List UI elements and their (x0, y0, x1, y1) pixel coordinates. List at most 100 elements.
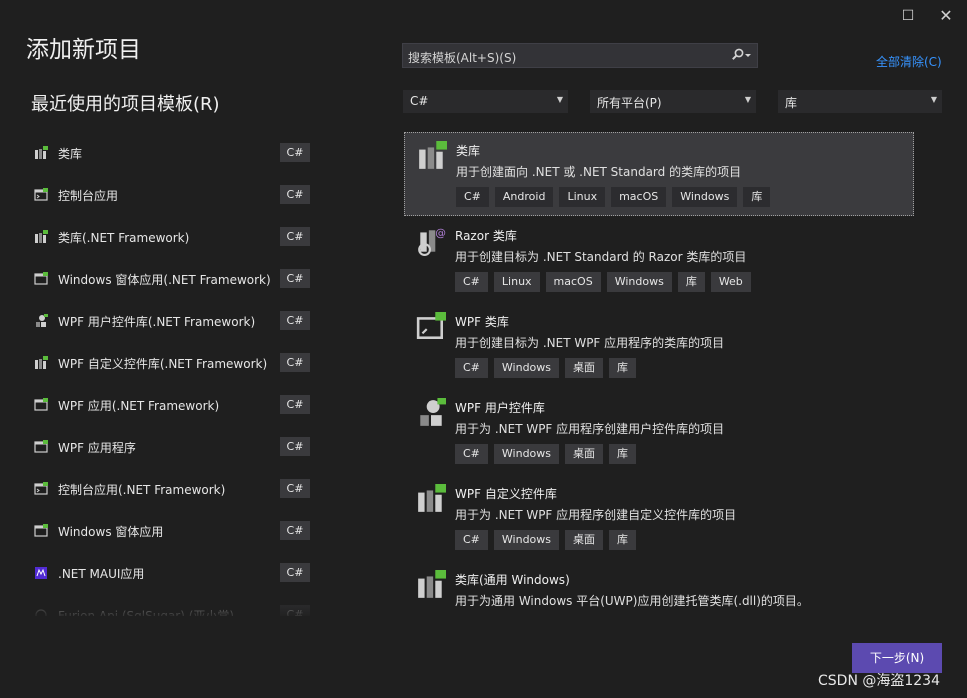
uwp-library-icon (416, 570, 446, 602)
class-library-icon (34, 146, 48, 159)
close-icon[interactable]: ✕ (934, 6, 958, 26)
project-type-filter-value: 库 (785, 96, 798, 110)
template-tag: 库 (609, 530, 637, 550)
language-badge: C# (280, 185, 310, 204)
template-item[interactable]: WPF 用户控件库用于为 .NET WPF 应用程序创建用户控件库的项目 C# Wi… (404, 390, 914, 474)
language-badge: C# (280, 479, 310, 498)
recent-template-name: 类库(.NET Framework) (58, 231, 190, 245)
template-tag: 桌面 (565, 444, 604, 464)
recent-template-item[interactable]: Windows 窗体应用(.NET Framework) C# (30, 258, 330, 300)
language-badge: C# (280, 269, 310, 288)
clear-all-link[interactable]: 全部清除(C) (876, 53, 942, 70)
recent-template-item[interactable]: 控制台应用 C# (30, 174, 330, 216)
wpf-user-control-icon (34, 314, 48, 327)
language-badge: C# (280, 227, 310, 246)
recent-templates-list: 类库 C# 控制台应用 C# 类库(.NET Framework) C# Windows 窗… (30, 132, 330, 616)
class-library-icon (34, 230, 48, 243)
language-badge: C# (280, 311, 310, 330)
recent-template-item[interactable]: .NET MAUI应用 C# (30, 552, 330, 594)
template-list: 类库 用于创建面向 .NET 或 .NET Standard 的类库的项目 C# An… (404, 132, 924, 612)
recent-template-name: 控制台应用 (58, 189, 119, 203)
recent-template-name: WPF 用户控件库(.NET Framework) (58, 315, 256, 329)
template-item[interactable]: WPF 类库 用于创建目标为 .NET WPF 应用程序的类库的项目 C# Windo… (404, 304, 914, 388)
template-tags: C# Windows 桌面库 (455, 358, 642, 378)
dialog-title: 添加新项目 (26, 37, 141, 63)
web-api-icon (34, 608, 48, 616)
recent-template-name: .NET MAUI应用 (58, 567, 145, 581)
template-item[interactable]: WPF 自定义控件库 用于为 .NET WPF 应用程序创建自定义控件库的项目 C#… (404, 476, 914, 560)
recent-template-item[interactable]: WPF 自定义控件库(.NET Framework) C# (30, 342, 330, 384)
language-badge: C# (280, 563, 310, 582)
search-icon[interactable] (731, 48, 751, 65)
recent-template-name: 类库 (58, 147, 83, 161)
template-name: 类库 (456, 144, 481, 158)
template-name: 类库(通用 Windows) (455, 573, 570, 587)
recent-template-item[interactable]: 类库 C# (30, 132, 330, 174)
template-tag: C# (455, 272, 488, 292)
template-tag: Android (494, 187, 554, 207)
template-tag: C# (455, 444, 488, 464)
next-button[interactable]: 下一步(N) (852, 643, 942, 673)
template-tag: macOS (611, 187, 667, 207)
template-tag: macOS (545, 272, 601, 292)
console-app-icon (34, 188, 48, 201)
razor-library-icon: @ (416, 226, 446, 258)
platform-filter[interactable]: 所有平台(P) ▼ (590, 90, 756, 113)
language-filter[interactable]: C# ▼ (403, 90, 568, 113)
platform-filter-value: 所有平台(P) (597, 96, 662, 110)
template-tag: Linux (559, 187, 606, 207)
recent-template-item[interactable]: 控制台应用(.NET Framework) C# (30, 468, 330, 510)
template-description: 用于创建目标为 .NET Standard 的 Razor 类库的项目 (455, 250, 747, 264)
svg-text:@: @ (435, 227, 446, 240)
template-item[interactable]: 类库(通用 Windows) 用于为通用 Windows 平台(UWP)应用创建托… (404, 562, 914, 612)
template-tags: C# Linux macOS Windows 库 Web (455, 272, 757, 292)
recent-template-item[interactable]: Furion Api (SqlSugar) (亚小常) C# (30, 594, 330, 616)
maximize-icon[interactable]: ☐ (896, 6, 920, 26)
chevron-down-icon: ▼ (744, 95, 751, 104)
language-badge: C# (280, 521, 310, 540)
recent-template-item[interactable]: WPF 应用程序 C# (30, 426, 330, 468)
recent-template-name: Windows 窗体应用 (58, 525, 164, 539)
template-tags: C# Android Linux macOS Windows 库 (456, 187, 776, 207)
recent-template-item[interactable]: WPF 应用(.NET Framework) C# (30, 384, 330, 426)
template-description: 用于为 .NET WPF 应用程序创建用户控件库的项目 (455, 422, 725, 436)
template-item[interactable]: @ Razor 类库 用于创建目标为 .NET Standard 的 Razor 类… (404, 218, 914, 302)
template-name: WPF 用户控件库 (455, 401, 545, 415)
wpf-custom-control-icon (416, 484, 446, 516)
recent-template-name: WPF 应用(.NET Framework) (58, 399, 220, 413)
template-tag: 库 (609, 358, 637, 378)
template-tag: Linux (493, 272, 540, 292)
template-tag: 库 (743, 187, 771, 207)
search-placeholder: 搜索模板(Alt+S)(S) (408, 51, 517, 65)
template-tag: C# (456, 187, 489, 207)
search-input[interactable]: 搜索模板(Alt+S)(S) (402, 43, 758, 68)
windows-forms-icon (34, 524, 48, 537)
recent-template-name: WPF 自定义控件库(.NET Framework) (58, 357, 268, 371)
template-item[interactable]: 类库 用于创建面向 .NET 或 .NET Standard 的类库的项目 C# An… (404, 132, 914, 216)
recent-template-name: 控制台应用(.NET Framework) (58, 483, 226, 497)
template-description: 用于为通用 Windows 平台(UWP)应用创建托管类库(.dll)的项目。 (455, 594, 809, 608)
language-badge: C# (280, 143, 310, 162)
recent-template-item[interactable]: WPF 用户控件库(.NET Framework) C# (30, 300, 330, 342)
template-name: WPF 自定义控件库 (455, 487, 557, 501)
template-name: WPF 类库 (455, 315, 509, 329)
template-tag: Windows (493, 444, 560, 464)
template-tags: C# Windows 桌面库 (455, 444, 642, 464)
wpf-custom-control-icon (34, 356, 48, 369)
project-type-filter[interactable]: 库 ▼ (778, 90, 942, 113)
recent-template-item[interactable]: Windows 窗体应用 C# (30, 510, 330, 552)
language-badge: C# (280, 437, 310, 456)
recent-template-name: WPF 应用程序 (58, 441, 136, 455)
template-tag: 库 (609, 444, 637, 464)
template-tag: 库 (677, 272, 705, 292)
language-filter-value: C# (410, 94, 429, 108)
template-tag: C# (455, 530, 488, 550)
recent-template-item[interactable]: 类库(.NET Framework) C# (30, 216, 330, 258)
class-library-icon (417, 141, 447, 173)
wpf-user-control-icon (416, 398, 446, 430)
template-tag: Web (710, 272, 751, 292)
language-badge: C# (280, 605, 310, 616)
maui-app-icon (34, 566, 48, 579)
template-tag: 桌面 (565, 530, 604, 550)
template-tags: C# Windows 桌面库 (455, 530, 642, 550)
